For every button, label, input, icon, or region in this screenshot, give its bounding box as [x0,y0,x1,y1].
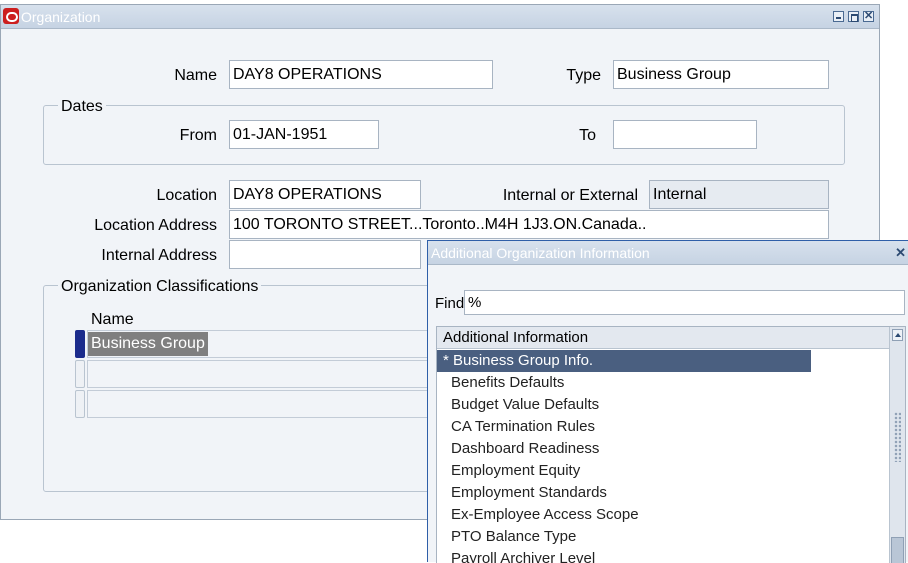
list-item[interactable]: PTO Balance Type [437,526,811,548]
name-label: Name [174,67,217,84]
location-address-label: Location Address [94,217,217,234]
classification-row[interactable] [87,360,432,388]
list-item[interactable]: Payroll Archiver Level [437,548,811,563]
list-item[interactable]: Budget Value Defaults [437,394,811,416]
window-titlebar[interactable]: Organization ✕ [1,5,879,29]
list-item[interactable]: Benefits Defaults [437,372,811,394]
name-field[interactable]: DAY8 OPERATIONS [229,60,493,89]
internal-external-label: Internal or External [502,187,638,204]
scroll-thumb[interactable] [891,537,904,563]
type-field[interactable]: Business Group [613,60,829,89]
list-item[interactable]: Employment Equity [437,460,811,482]
additional-info-list: Additional Information * Business Group … [436,326,906,563]
list-header: Additional Information [437,327,890,349]
additional-org-info-dialog: Additional Organization Information ✕ Fi… [427,240,908,563]
minimize-icon[interactable] [833,11,844,22]
internal-address-label: Internal Address [101,247,217,264]
oracle-app-icon [3,8,19,24]
internal-address-field[interactable] [229,240,421,269]
list-item[interactable]: Ex-Employee Access Scope [437,504,811,526]
internal-external-field[interactable]: Internal [649,180,829,209]
scroll-up-arrow-icon[interactable] [892,329,903,341]
classification-name-cell[interactable]: Business Group [88,332,208,356]
find-input[interactable]: % [464,290,905,315]
list-scrollbar[interactable] [889,327,905,563]
type-label: Type [566,67,601,84]
dialog-title: Additional Organization Information [431,245,650,261]
from-label: From [179,127,217,144]
close-icon[interactable]: ✕ [863,11,874,22]
classifications-group-title: Organization Classifications [58,277,262,297]
row-marker[interactable] [75,390,85,418]
to-label: To [579,127,596,144]
dialog-titlebar[interactable]: Additional Organization Information ✕ [428,241,908,265]
classification-row[interactable]: Business Group [87,330,432,358]
location-label: Location [156,187,218,204]
location-address-field[interactable]: 100 TORONTO STREET...Toronto..M4H 1J3.ON… [229,210,829,239]
maximize-icon[interactable] [848,11,859,22]
list-item-selected[interactable]: * Business Group Info. [437,350,811,372]
list-item[interactable]: CA Termination Rules [437,416,811,438]
row-marker[interactable] [75,360,85,388]
list-item[interactable]: Dashboard Readiness [437,438,811,460]
window-title: Organization [21,9,101,25]
location-field[interactable]: DAY8 OPERATIONS [229,180,421,209]
dates-group-title: Dates [58,97,106,117]
to-date-field[interactable] [613,120,757,149]
from-date-field[interactable]: 01-JAN-1951 [229,120,379,149]
list-item[interactable]: Employment Standards [437,482,811,504]
dialog-close-icon[interactable]: ✕ [895,245,906,261]
find-label: Find [435,295,465,312]
classification-name-column-header: Name [91,311,134,328]
row-marker-current[interactable] [75,330,85,358]
classification-row[interactable] [87,390,432,418]
scroll-grip-icon[interactable] [894,412,901,462]
